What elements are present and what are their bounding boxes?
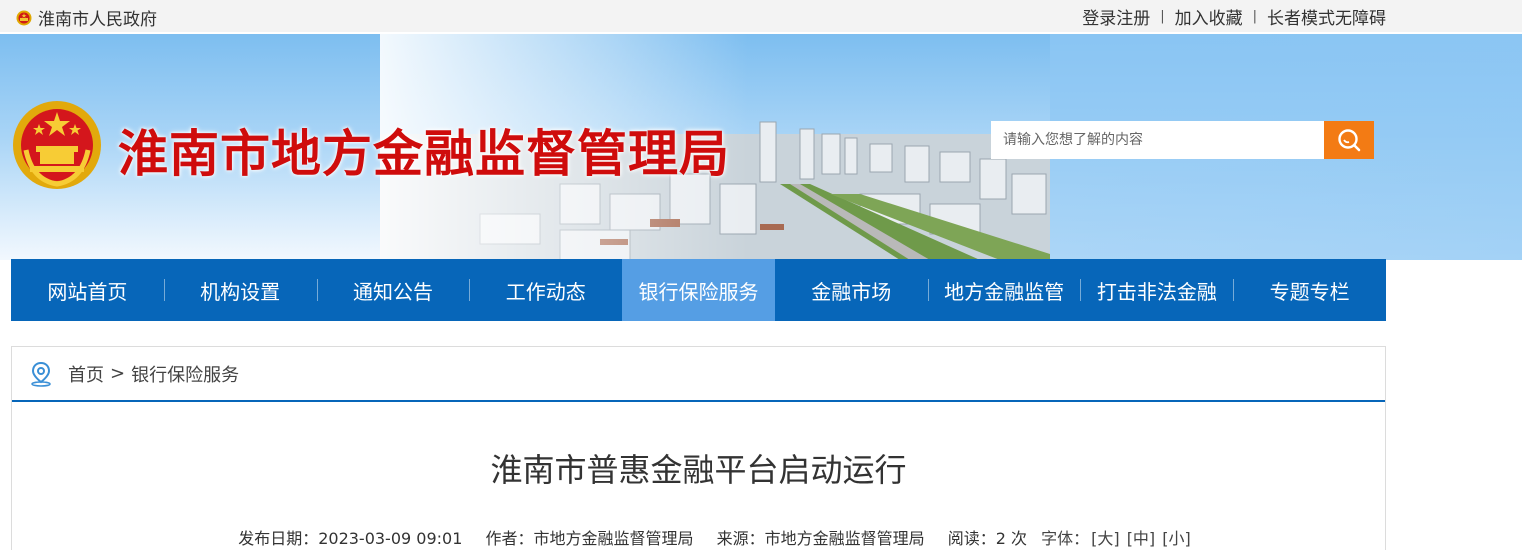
breadcrumb-home-link[interactable]: 首页 [68, 361, 104, 387]
nav-item-anti-illegal-finance[interactable]: 打击非法金融 [1080, 259, 1233, 321]
nav-item-work-news[interactable]: 工作动态 [469, 259, 622, 321]
national-emblem-logo [13, 101, 101, 189]
nav-item-special-topics[interactable]: 专题专栏 [1233, 259, 1386, 321]
nav-item-local-supervision[interactable]: 地方金融监管 [927, 259, 1081, 321]
login-link[interactable]: 登录 [1082, 4, 1116, 29]
publish-date: 发布日期：2023-03-09 09:01 [238, 529, 463, 548]
elder-mode-link[interactable]: 长者模式 [1267, 4, 1335, 29]
top-bar: 淮南市人民政府 登录 注册 | 加入收藏 | 长者模式 无障碍 [0, 0, 1522, 32]
font-size-control: 字体： [大] [中] [小] [1041, 529, 1191, 548]
breadcrumb: 首页 > 银行保险服务 [12, 347, 1385, 402]
accessibility-link[interactable]: 无障碍 [1335, 4, 1386, 29]
article-meta: 发布日期：2023-03-09 09:01 作者：市地方金融监督管理局 来源：市… [12, 525, 1408, 549]
search-input[interactable] [991, 121, 1324, 159]
register-link[interactable]: 注册 [1116, 4, 1150, 29]
gov-portal-link[interactable]: 淮南市人民政府 [16, 5, 157, 30]
search-bar [991, 121, 1374, 159]
divider: | [1160, 9, 1165, 24]
top-links: 登录 注册 | 加入收藏 | 长者模式 无障碍 [1082, 4, 1386, 29]
nav-item-home[interactable]: 网站首页 [11, 259, 164, 321]
nav-item-financial-market[interactable]: 金融市场 [775, 259, 928, 321]
location-pin-icon [31, 361, 51, 387]
header-banner: 淮南市地方金融监督管理局 [0, 34, 1522, 260]
font-small-button[interactable]: [小] [1162, 529, 1191, 548]
font-large-button[interactable]: [大] [1091, 529, 1120, 548]
breadcrumb-separator: > [110, 363, 126, 384]
article-source: 来源：市地方金融监督管理局 [716, 529, 925, 548]
article-title: 淮南市普惠金融平台启动运行 [490, 451, 907, 489]
nav-item-organization[interactable]: 机构设置 [163, 259, 317, 321]
font-size-label: 字体： [1041, 529, 1090, 548]
add-favorite-link[interactable]: 加入收藏 [1175, 4, 1243, 29]
article-container: 首页 > 银行保险服务 淮南市普惠金融平台启动运行 发布日期：2023-03-0… [11, 346, 1386, 550]
site-title: 淮南市地方金融监督管理局 [118, 124, 730, 183]
breadcrumb-current-link[interactable]: 银行保险服务 [131, 361, 239, 387]
national-emblem-icon [16, 10, 32, 25]
main-nav: 网站首页 机构设置 通知公告 工作动态 银行保险服务 金融市场 地方金融监管 打… [11, 259, 1386, 321]
nav-item-banking-insurance[interactable]: 银行保险服务 [622, 259, 775, 321]
article-author: 作者：市地方金融监督管理局 [485, 529, 694, 548]
gov-portal-label: 淮南市人民政府 [38, 10, 157, 30]
font-medium-button[interactable]: [中] [1127, 529, 1156, 548]
nav-item-notices[interactable]: 通知公告 [316, 259, 470, 321]
divider: | [1252, 9, 1257, 24]
read-count: 阅读：2 次 [947, 529, 1027, 548]
search-icon [1338, 129, 1361, 152]
search-button[interactable] [1324, 121, 1374, 159]
